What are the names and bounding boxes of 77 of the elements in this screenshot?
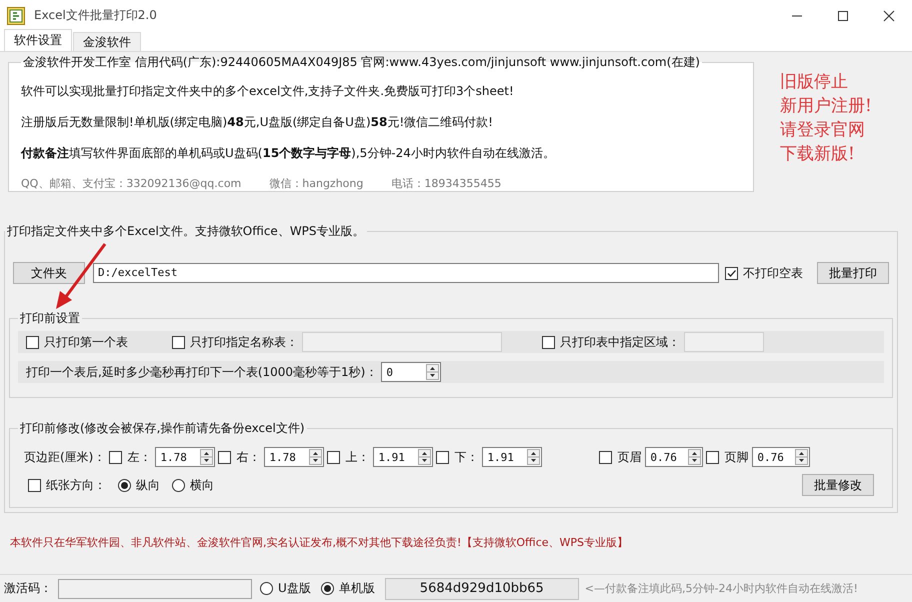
radio-label: 单机版 bbox=[338, 580, 375, 597]
checkbox[interactable] bbox=[172, 336, 185, 348]
info-text: 注册版后无数量限制!单机版(绑定电脑)48元,U盘版(绑定自备U盘)58元!微信二维码付款! bbox=[21, 114, 494, 131]
info-text: 付款备注填写软件界面底部的单机码或U盘码(15个数字与字母),5分钟-24小时内软件自动在线激活。 bbox=[21, 145, 556, 162]
folder-button[interactable]: 文件夹 bbox=[13, 262, 85, 284]
contact-text: QQ、邮箱、支付宝：332092136@qq.com bbox=[21, 176, 242, 191]
checkbox-label: 下： bbox=[454, 448, 478, 466]
checkbox-label: 纸张方向： bbox=[46, 476, 106, 494]
group-title: 打印前设置 bbox=[19, 310, 81, 327]
tab[interactable]: 金浚软件 bbox=[73, 32, 141, 51]
spin-arrows-icon bbox=[200, 449, 214, 465]
radio-button[interactable] bbox=[172, 478, 185, 492]
maximize-icon bbox=[837, 10, 849, 22]
checkbox-label: 左： bbox=[127, 448, 152, 466]
activation-label: 激活码： bbox=[4, 580, 52, 597]
checkbox-label: 右： bbox=[236, 448, 260, 466]
print-button[interactable]: 批量打印 bbox=[817, 262, 889, 284]
spin-arrows-icon bbox=[795, 449, 808, 465]
checkbox[interactable] bbox=[706, 450, 720, 464]
checkbox[interactable] bbox=[599, 450, 612, 464]
notice-text: 本软件只在华军软件园、非凡软件站、金浚软件官网,实名认证发布,概不对其他下载途径负责!【支持微软Office、WPS专业版】 bbox=[9, 535, 630, 550]
number-field[interactable]: 1.91 bbox=[482, 447, 542, 467]
margin-label: 页边距(厘米)： bbox=[24, 448, 106, 466]
checkbox[interactable] bbox=[109, 450, 122, 464]
number-field[interactable]: 1.78 bbox=[264, 447, 324, 467]
number-field[interactable]: 1.91 bbox=[373, 447, 434, 467]
radio-button[interactable] bbox=[260, 582, 273, 595]
number-field[interactable]: 0 bbox=[381, 362, 442, 382]
delay-label: 打印一个表后,延时多少毫秒再打印下一个表(1000毫秒等于1秒)： bbox=[26, 364, 378, 380]
checkbox-label: 只打印第一个表 bbox=[44, 334, 128, 350]
text-field[interactable] bbox=[684, 332, 764, 352]
checkbox[interactable] bbox=[542, 336, 555, 348]
spin-arrows-icon bbox=[418, 449, 432, 465]
checkbox-label: 页眉 bbox=[617, 448, 642, 466]
tab[interactable]: 软件设置 bbox=[4, 29, 72, 51]
checkbox-label: 不打印空表 bbox=[743, 264, 803, 282]
radio-button[interactable] bbox=[118, 478, 131, 492]
notice-text: 新用户注册! bbox=[780, 95, 872, 118]
number-field[interactable]: 1.78 bbox=[155, 447, 216, 467]
notice-text: 下载新版! bbox=[780, 143, 856, 166]
checkbox[interactable] bbox=[436, 450, 450, 464]
contact-text: 微信：hangzhong bbox=[269, 176, 364, 191]
path-field[interactable]: D:/excelTest bbox=[93, 263, 719, 283]
info-text: 软件可以实现批量打印指定文件夹中的多个excel文件,支持子文件夹.免费版可打印3个sheet! bbox=[21, 83, 515, 100]
window-title: Excel文件批量打印2.0 bbox=[34, 7, 157, 24]
number-field[interactable]: 0.76 bbox=[645, 447, 704, 467]
checkbox[interactable] bbox=[218, 450, 232, 464]
activation-field[interactable] bbox=[58, 578, 252, 598]
group-title: 打印指定文件夹中多个Excel文件。支持微软Office、WPS专业版。 bbox=[6, 223, 366, 240]
number-field[interactable]: 0.76 bbox=[752, 447, 810, 467]
spin-arrows-icon bbox=[426, 364, 440, 380]
checkbox[interactable] bbox=[725, 266, 738, 280]
hint-text: <—付款备注填此码,5分钟-24小时内软件自动在线激活! bbox=[584, 581, 858, 596]
spin-arrows-icon bbox=[309, 449, 322, 465]
app-icon bbox=[7, 6, 25, 24]
radio-label: U盘版 bbox=[278, 580, 311, 597]
notice-text: 旧版停止 bbox=[780, 71, 849, 94]
radio-label: 横向 bbox=[190, 476, 214, 494]
group-title: 打印前修改(修改会被保存,操作前请先备份excel文件) bbox=[19, 420, 306, 437]
checkbox-label: 只打印表中指定区域： bbox=[560, 334, 680, 350]
checkbox-label: 只打印指定名称表： bbox=[190, 334, 298, 350]
close-icon bbox=[883, 10, 895, 22]
spin-arrows-icon bbox=[688, 449, 702, 465]
checkbox[interactable] bbox=[327, 450, 340, 464]
checkbox-label: 上： bbox=[345, 448, 370, 466]
notice-text: 请登录官网 bbox=[780, 119, 866, 142]
radio-label: 纵向 bbox=[136, 476, 160, 494]
checkbox[interactable] bbox=[28, 478, 41, 492]
checkbox[interactable] bbox=[26, 336, 39, 348]
text-field[interactable] bbox=[302, 332, 502, 352]
machine-code: 5684d929d10bb65 bbox=[384, 578, 579, 600]
apply-button[interactable]: 批量修改 bbox=[802, 474, 874, 496]
contact-text: 电话：18934355455 bbox=[391, 176, 502, 191]
radio-button[interactable] bbox=[320, 582, 334, 595]
group-title: 金浚软件开发工作室 信用代码(广东):92440605MA4X049J85 官网:www.43yes.com/jinjunsoft www.jinjunsoft.com(在建) bbox=[22, 54, 701, 71]
checkbox-label: 页脚 bbox=[724, 448, 748, 466]
spin-arrows-icon bbox=[527, 449, 540, 465]
